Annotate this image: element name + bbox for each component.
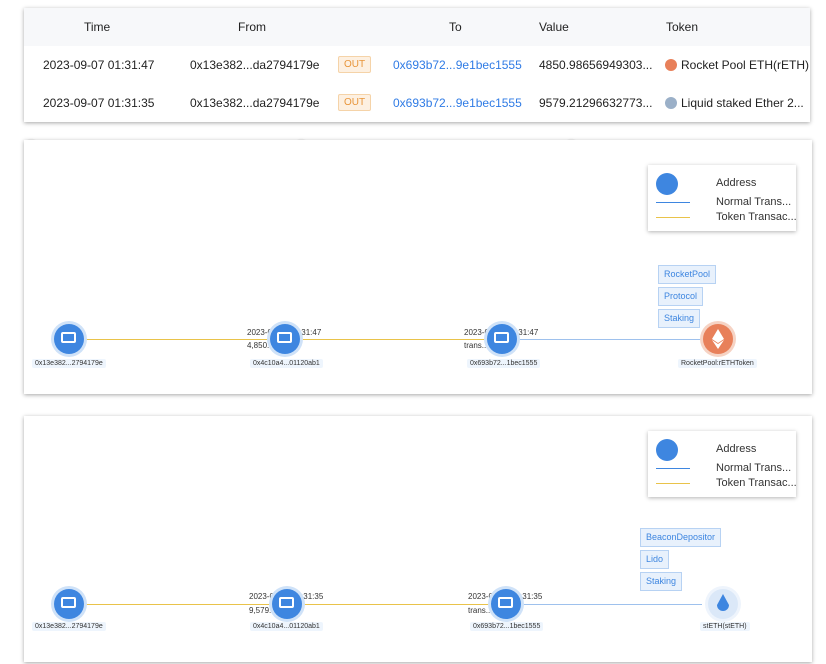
col-token: Token [666, 20, 699, 34]
col-from: From [238, 20, 266, 34]
node-label: 0x693b72...1bec1555 [467, 359, 541, 368]
direction-badge: OUT [338, 94, 372, 111]
transaction-graph-steth: Address Normal Trans... Token Transac...… [24, 416, 812, 662]
legend-yellow-line [656, 483, 690, 484]
steth-drop-icon [717, 594, 729, 611]
cell-time: 2023-09-07 01:31:35 [43, 96, 155, 110]
tag-lido[interactable]: Lido [640, 550, 670, 569]
address-icon [656, 439, 678, 461]
table-row[interactable]: 2023-09-07 01:31:35 0x13e382...da2794179… [24, 84, 810, 122]
token-edge [502, 604, 702, 605]
cell-token[interactable]: Rocket Pool ETH(rETH) [665, 58, 809, 72]
ethereum-icon [712, 329, 724, 349]
wallet-icon [279, 597, 294, 608]
tag-staking[interactable]: Staking [658, 309, 701, 328]
col-to: To [449, 20, 462, 34]
col-value: Value [539, 20, 569, 34]
legend-token: Token Transac... [716, 477, 797, 489]
cell-value: 9579.21296632773... [539, 96, 653, 110]
wallet-icon [61, 597, 76, 608]
node-label: 0x4c10a4...01120ab1 [250, 622, 323, 631]
address-icon [656, 173, 678, 195]
cell-token[interactable]: Liquid staked Ether 2... [665, 96, 804, 110]
table-header: Time From To Value Token [24, 8, 810, 46]
legend-token: Token Transac... [716, 211, 797, 223]
address-node[interactable] [487, 324, 517, 354]
cell-from[interactable]: 0x13e382...da2794179e [190, 96, 319, 110]
direction-badge: OUT [338, 56, 372, 73]
token-edge [502, 339, 702, 340]
legend-yellow-line [656, 217, 690, 218]
tag-protocol[interactable]: Protocol [658, 287, 704, 306]
legend-blue-line [656, 468, 690, 469]
cell-to[interactable]: 0x693b72...9e1bec1555 [393, 96, 522, 110]
address-node[interactable] [54, 324, 84, 354]
tag-beacondepositor[interactable]: BeaconDepositor [640, 528, 722, 547]
node-label: RocketPool:rETHToken [678, 359, 757, 368]
graph-legend: Address Normal Trans... Token Transac... [648, 165, 797, 231]
wallet-icon [277, 332, 292, 343]
steth-icon [665, 97, 677, 109]
wallet-icon [61, 332, 76, 343]
legend-address: Address [716, 443, 757, 455]
token-name: Rocket Pool ETH(rETH) [681, 58, 810, 72]
graph-legend: Address Normal Trans... Token Transac... [648, 431, 797, 497]
cell-value: 4850.98656949303... [539, 58, 653, 72]
node-label: 0x13e382...2794179e [32, 622, 106, 631]
node-label: 0x13e382...2794179e [32, 359, 106, 368]
legend-address: Address [716, 177, 757, 189]
cell-from[interactable]: 0x13e382...da2794179e [190, 58, 319, 72]
address-node[interactable] [272, 589, 302, 619]
col-time: Time [84, 20, 111, 34]
transaction-graph-reth: Address Normal Trans... Token Transac...… [24, 140, 812, 394]
token-name: Liquid staked Ether 2... [681, 96, 804, 110]
transactions-table: Time From To Value Token 2023-09-07 01:3… [24, 8, 810, 122]
cell-to[interactable]: 0x693b72...9e1bec1555 [393, 58, 522, 72]
wallet-icon [494, 332, 509, 343]
node-label: 0x4c10a4...01120ab1 [250, 359, 323, 368]
reth-icon [665, 59, 677, 71]
legend-blue-line [656, 202, 690, 203]
cell-time: 2023-09-07 01:31:47 [43, 58, 155, 72]
node-label: stETH(stETH) [700, 622, 750, 631]
tag-rocketpool[interactable]: RocketPool [658, 265, 717, 284]
table-row[interactable]: 2023-09-07 01:31:47 0x13e382...da2794179… [24, 46, 810, 84]
address-node[interactable] [270, 324, 300, 354]
address-node[interactable] [491, 589, 521, 619]
reth-token-node[interactable] [703, 324, 733, 354]
address-node[interactable] [54, 589, 84, 619]
steth-token-node[interactable] [708, 589, 738, 619]
legend-normal: Normal Trans... [716, 462, 792, 474]
legend-normal: Normal Trans... [716, 196, 792, 208]
node-label: 0x693b72...1bec1555 [470, 622, 544, 631]
wallet-icon [498, 597, 513, 608]
tag-staking[interactable]: Staking [640, 572, 683, 591]
